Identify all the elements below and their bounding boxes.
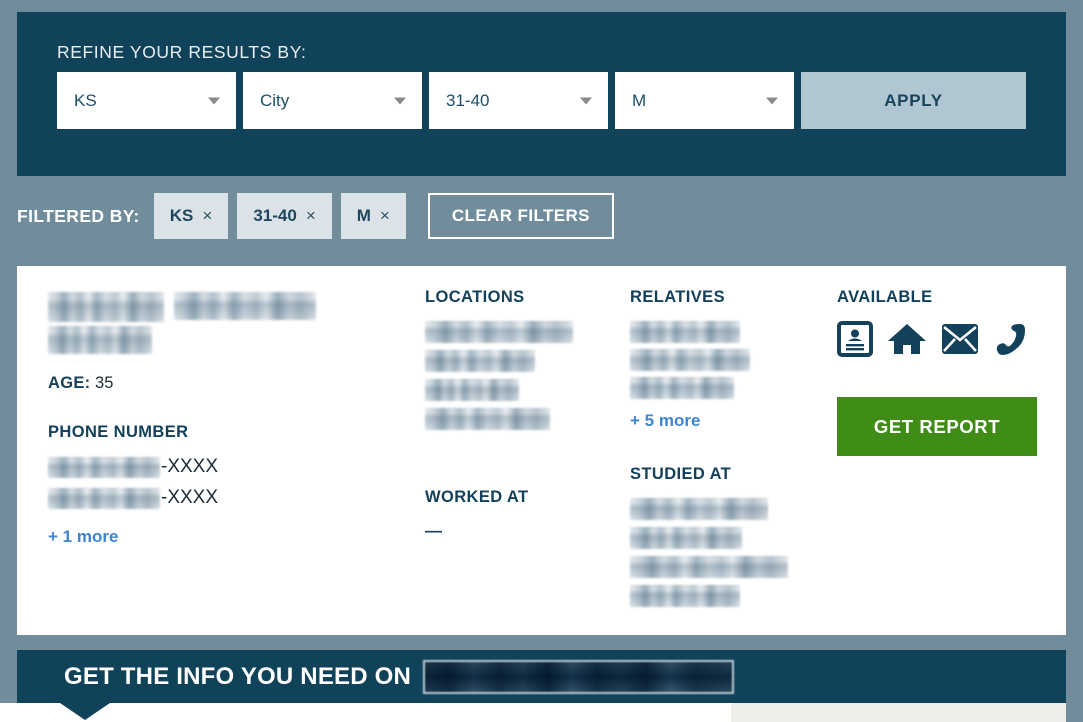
apply-button[interactable]: APPLY <box>801 72 1026 129</box>
home-icon[interactable] <box>887 321 927 357</box>
age-value: 35 <box>95 374 114 392</box>
select-gender[interactable]: M <box>615 72 794 129</box>
relatives-list-redacted <box>630 321 830 399</box>
locations-heading: LOCATIONS <box>425 288 525 306</box>
phone-number-heading: PHONE NUMBER <box>48 423 189 441</box>
filtered-by-label: FILTERED BY: <box>17 205 140 226</box>
age-label: AGE: <box>48 374 91 392</box>
chevron-down-icon <box>766 97 778 104</box>
available-column: AVAILABLE GET REPORT <box>837 288 1052 456</box>
phone-suffix: -XXXX <box>161 456 219 477</box>
page-bottom-right-gutter <box>1066 703 1083 722</box>
filter-chip-state[interactable]: KS × <box>153 193 229 239</box>
refine-results-panel: REFINE YOUR RESULTS BY: KS City 31-40 M … <box>17 12 1066 176</box>
select-city-value: City <box>260 90 290 110</box>
person-age: AGE: 35 <box>48 374 418 393</box>
select-age-range-value: 31-40 <box>446 90 490 110</box>
close-icon[interactable]: × <box>202 206 212 226</box>
select-state[interactable]: KS <box>57 72 236 129</box>
person-result-card: AGE: 35 PHONE NUMBER -XXXX -XXXX + 1 mor… <box>17 266 1066 635</box>
phone-row: -XXXX <box>48 487 418 509</box>
filter-chip-gender-label: M <box>356 206 371 225</box>
available-icons <box>837 321 1052 357</box>
banner-pointer-triangle <box>60 703 110 720</box>
page-bottom-light-area <box>731 703 1066 722</box>
chevron-down-icon <box>394 97 406 104</box>
available-heading: AVAILABLE <box>837 288 933 306</box>
select-state-value: KS <box>74 90 97 110</box>
filter-chip-state-label: KS <box>169 206 194 225</box>
chevron-down-icon <box>208 97 220 104</box>
filter-chip-age-label: 31-40 <box>253 206 297 225</box>
phone-icon[interactable] <box>993 321 1029 357</box>
close-icon[interactable]: × <box>306 206 316 226</box>
person-name-redacted <box>48 288 418 360</box>
filtered-by-bar: FILTERED BY: KS × 31-40 × M × CLEAR FILT… <box>17 192 614 240</box>
relatives-heading: RELATIVES <box>630 288 725 306</box>
studied-at-heading: STUDIED AT <box>630 465 732 483</box>
banner-headline: GET THE INFO YOU NEED ON <box>64 662 412 690</box>
phone-suffix: -XXXX <box>161 487 219 508</box>
phone-prefix-redacted <box>48 456 160 478</box>
studied-at-list-redacted <box>630 498 830 607</box>
locations-column: LOCATIONS WORKED AT — <box>425 288 615 541</box>
phone-row: -XXXX <box>48 456 418 478</box>
call-to-action-banner: GET THE INFO YOU NEED ON <box>17 650 1066 703</box>
clear-filters-button[interactable]: CLEAR FILTERS <box>427 193 614 239</box>
phone-prefix-redacted <box>48 487 160 509</box>
get-report-button[interactable]: GET REPORT <box>837 397 1037 456</box>
id-card-icon[interactable] <box>837 321 873 357</box>
select-gender-value: M <box>632 90 647 110</box>
worked-at-value: — <box>425 521 442 540</box>
refine-panel-title: REFINE YOUR RESULTS BY: <box>57 42 307 62</box>
envelope-icon[interactable] <box>941 323 979 355</box>
filter-chip-gender[interactable]: M × <box>340 193 406 239</box>
locations-list-redacted <box>425 321 615 430</box>
filter-select-row: KS City 31-40 M APPLY <box>57 72 1026 129</box>
banner-subject-redacted <box>423 659 735 694</box>
select-city[interactable]: City <box>243 72 422 129</box>
filter-chip-age[interactable]: 31-40 × <box>237 193 332 239</box>
chevron-down-icon <box>580 97 592 104</box>
close-icon[interactable]: × <box>380 206 390 226</box>
worked-at-heading: WORKED AT <box>425 488 529 506</box>
person-info-column: AGE: 35 PHONE NUMBER -XXXX -XXXX + 1 mor… <box>48 288 418 547</box>
relatives-more-link[interactable]: + 5 more <box>630 411 700 431</box>
relatives-column: RELATIVES + 5 more STUDIED AT <box>630 288 830 607</box>
select-age-range[interactable]: 31-40 <box>429 72 608 129</box>
phones-more-link[interactable]: + 1 more <box>48 527 118 547</box>
